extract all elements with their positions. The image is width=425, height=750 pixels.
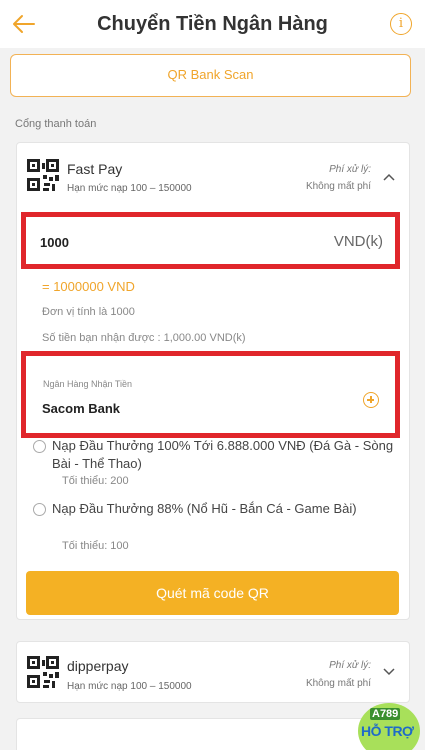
promotion-minimum: Tối thiểu: 200	[62, 475, 129, 487]
info-icon[interactable]: i	[390, 13, 412, 35]
payment-method-header-fast-pay[interactable]: Fast Pay Hạn mức nạp 100 – 150000 Phí xử…	[17, 143, 409, 207]
chevron-down-icon	[383, 668, 395, 676]
add-circle-icon[interactable]	[363, 392, 379, 408]
promotion-minimum: Tối thiểu: 100	[62, 540, 129, 552]
unit-note: Đơn vị tính là 1000	[42, 306, 135, 318]
promotion-title: Nạp Đầu Thưởng 88% (Nổ Hũ - Bắn Cá - Gam…	[52, 501, 357, 516]
chevron-up-icon	[383, 173, 395, 181]
amount-unit: VND(k)	[333, 233, 383, 250]
receive-amount-note: Số tiền bạn nhận được : 1,000.00 VND(k)	[42, 332, 246, 344]
page-title: Chuyển Tiền Ngân Hàng	[97, 13, 328, 35]
payment-method-name: dipperpay	[67, 658, 129, 674]
radio-button[interactable]	[33, 440, 46, 453]
support-badge-logo: A789	[370, 708, 401, 720]
scan-qr-code-button[interactable]: Quét mã code QR	[26, 571, 399, 615]
fee-label: Phí xử lý:	[329, 164, 371, 175]
radio-button[interactable]	[33, 503, 46, 516]
fee-label: Phí xử lý:	[329, 660, 371, 671]
qr-code-icon	[27, 159, 59, 191]
support-badge[interactable]: A789 HỖ TRỢ	[358, 703, 420, 750]
promotion-title: Nạp Đầu Thưởng 100% Tới 6.888.000 VNĐ (Đ…	[52, 438, 394, 471]
app-header: Chuyển Tiền Ngân Hàng i	[0, 0, 425, 48]
payment-method-name: Fast Pay	[67, 161, 123, 177]
payment-card-partial[interactable]	[16, 718, 410, 750]
payment-method-limit: Hạn mức nạp 100 – 150000	[67, 681, 192, 692]
fee-value: Không mất phí	[305, 181, 371, 192]
qr-code-icon	[27, 656, 59, 688]
qr-bank-scan-button[interactable]: QR Bank Scan	[10, 54, 411, 97]
payment-gateway-label: Cổng thanh toán	[15, 118, 97, 130]
payment-method-limit: Hạn mức nạp 100 – 150000	[67, 183, 192, 194]
support-badge-label: HỖ TRỢ	[361, 723, 414, 739]
payment-method-header-dipperpay[interactable]: dipperpay Hạn mức nạp 100 – 150000 Phí x…	[17, 642, 409, 706]
amount-value: 1000	[40, 235, 69, 250]
receiving-bank-select[interactable]: Ngân Hàng Nhận Tiền Sacom Bank	[21, 351, 400, 438]
amount-input[interactable]: 1000 VND(k)	[21, 212, 400, 269]
payment-card-dipperpay[interactable]: dipperpay Hạn mức nạp 100 – 150000 Phí x…	[16, 641, 410, 703]
bank-label: Ngân Hàng Nhận Tiền	[43, 379, 133, 389]
converted-amount: = 1000000 VND	[42, 279, 135, 294]
fee-value: Không mất phí	[305, 678, 371, 689]
bank-value: Sacom Bank	[42, 401, 121, 416]
